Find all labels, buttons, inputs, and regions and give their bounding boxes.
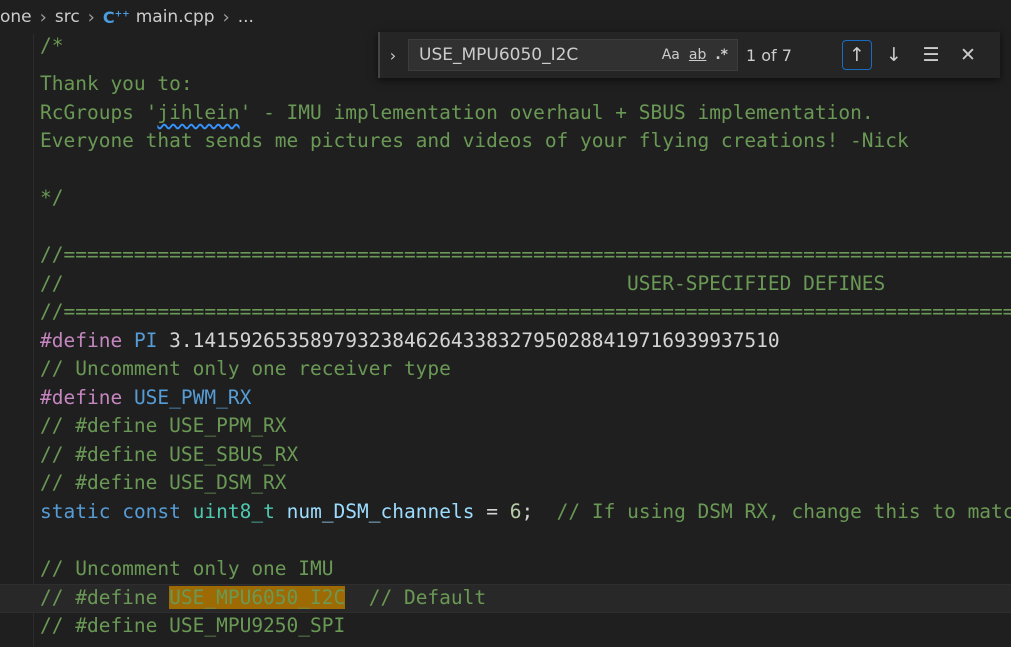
code-line: // #define USE_MPU9250_SPI: [40, 614, 346, 637]
indent-guide: [33, 34, 34, 647]
find-result-count: 1 of 7: [746, 45, 792, 65]
close-icon: ✕: [960, 44, 976, 66]
code-editor[interactable]: /* Thank you to: RcGroups 'jihlein' - IM…: [0, 34, 1011, 647]
breadcrumb-file[interactable]: main.cpp: [136, 7, 215, 27]
code-line: Everyone that sends me pictures and vide…: [40, 129, 909, 152]
match-case-icon[interactable]: Aa: [662, 47, 680, 63]
code-line: static const uint8_t num_DSM_channels = …: [40, 500, 1011, 523]
find-in-selection-icon: ☰: [922, 44, 940, 66]
code-line: // #define USE_DSM_RX: [40, 471, 287, 494]
chevron-right-icon: ›: [39, 6, 47, 28]
spelling-squiggle: jihlein: [157, 101, 240, 124]
find-widget: › USE_MPU6050_I2C Aa ab .* 1 of 7 ↑ ↓ ☰ …: [378, 32, 1000, 78]
code-line: // #define USE_MPU6050_I2C // Default: [40, 586, 487, 609]
regex-icon[interactable]: .*: [715, 47, 728, 63]
chevron-right-icon: ›: [222, 6, 230, 28]
code-line: #define USE_PWM_RX: [40, 386, 252, 409]
previous-match-button[interactable]: ↑: [842, 40, 872, 70]
arrow-up-icon: ↑: [849, 44, 865, 66]
next-match-button[interactable]: ↓: [879, 40, 909, 70]
find-input-value[interactable]: USE_MPU6050_I2C: [419, 45, 662, 65]
code-line: //======================================…: [40, 300, 1011, 323]
chevron-right-icon: ›: [87, 6, 95, 28]
search-match-highlight: USE_MPU6050_I2C: [169, 586, 346, 609]
find-input[interactable]: USE_MPU6050_I2C Aa ab .*: [408, 39, 738, 71]
toggle-replace-chevron-icon[interactable]: ›: [380, 32, 406, 78]
breadcrumb: one › src › C++ main.cpp › ...: [0, 0, 1011, 34]
cpp-file-icon: C++: [102, 7, 130, 27]
code-line: // USER-SPECIFIED DEFINES: [40, 272, 886, 295]
close-find-button[interactable]: ✕: [953, 40, 983, 70]
code-line: /*: [40, 34, 64, 57]
code-line: //======================================…: [40, 243, 1011, 266]
code-line: */: [40, 186, 64, 209]
code-line: // Uncomment only one IMU: [40, 557, 334, 580]
code-line: RcGroups 'jihlein' - IMU implementation …: [40, 101, 874, 124]
breadcrumb-folder-root[interactable]: one: [0, 7, 32, 27]
whole-word-icon[interactable]: ab: [689, 47, 706, 63]
code-line: #define PI 3.141592653589793238462643383…: [40, 329, 780, 352]
code-line: // Uncomment only one receiver type: [40, 357, 451, 380]
arrow-down-icon: ↓: [886, 44, 902, 66]
code-line: // #define USE_PPM_RX: [40, 414, 287, 437]
breadcrumb-folder-src[interactable]: src: [55, 7, 80, 27]
find-in-selection-button[interactable]: ☰: [916, 40, 946, 70]
breadcrumb-symbol[interactable]: ...: [238, 7, 254, 27]
code-line: // #define USE_SBUS_RX: [40, 443, 299, 466]
code-line: Thank you to:: [40, 72, 193, 95]
